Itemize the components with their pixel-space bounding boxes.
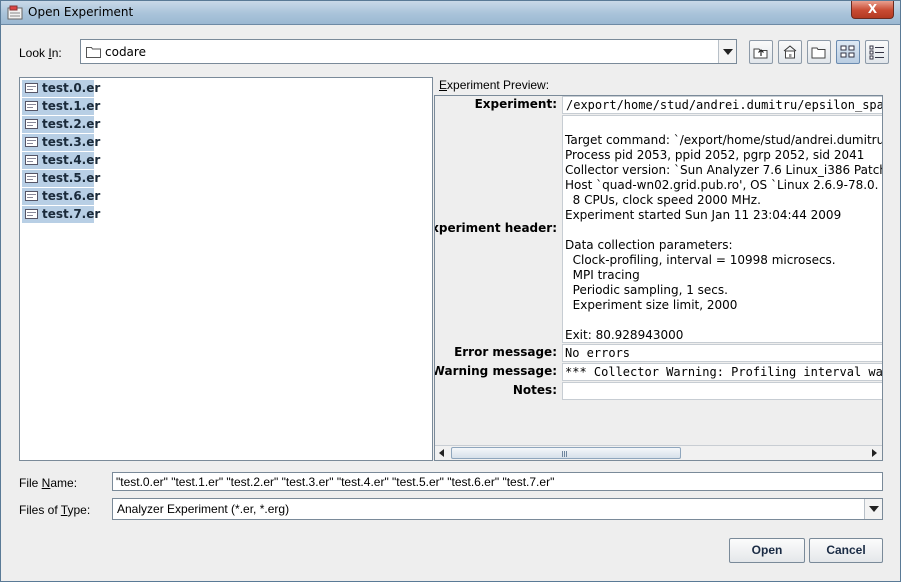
files-of-type-label: Files of Type: <box>19 503 91 517</box>
experiment-file-icon <box>25 83 38 93</box>
header-line: Periodic sampling, 1 secs. <box>565 283 728 297</box>
window-title: Open Experiment <box>28 5 134 19</box>
dialog-body: Look In: codare test.0.er test.1.er test… <box>5 25 896 579</box>
notes-field[interactable] <box>562 382 882 400</box>
file-name: test.4.er <box>42 153 101 167</box>
error-message-label: Error message: <box>454 345 557 359</box>
experiment-file-icon <box>25 155 38 165</box>
preview-title: Experiment Preview: <box>439 78 550 92</box>
file-name: test.1.er <box>42 99 101 113</box>
experiment-header-text[interactable]: Target command: `/export/home/stud/andre… <box>562 115 883 343</box>
file-item[interactable]: test.3.er <box>22 134 100 151</box>
file-name: test.0.er <box>42 81 101 95</box>
files-of-type-combo[interactable]: Analyzer Experiment (*.er, *.erg) <box>112 498 883 520</box>
file-item[interactable]: test.7.er <box>22 206 100 223</box>
experiment-label: Experiment: <box>474 97 557 111</box>
header-line: Exit: 80.928943000 <box>565 328 684 342</box>
file-item[interactable]: test.2.er <box>22 116 100 133</box>
file-name: test.3.er <box>42 135 101 149</box>
warning-message-label: Warning message: <box>434 364 557 378</box>
list-view-icon <box>840 45 855 58</box>
scrollbar-thumb[interactable] <box>451 447 681 459</box>
chevron-down-icon[interactable] <box>718 40 736 63</box>
cancel-button[interactable]: Cancel <box>809 538 883 563</box>
file-item[interactable]: test.1.er <box>22 98 100 115</box>
experiment-file-icon <box>25 209 38 219</box>
new-folder-button[interactable] <box>807 40 831 64</box>
file-name: test.6.er <box>42 189 101 203</box>
folder-icon <box>86 47 101 58</box>
header-line: MPI tracing <box>565 268 640 282</box>
new-folder-icon <box>811 47 826 59</box>
experiment-file-icon <box>25 173 38 183</box>
experiment-file-icon <box>25 101 38 111</box>
scroll-right-icon[interactable] <box>867 446 882 460</box>
file-item[interactable]: test.6.er <box>22 188 100 205</box>
header-line <box>565 313 882 328</box>
open-button[interactable]: Open <box>729 538 805 563</box>
home-icon <box>783 45 797 59</box>
header-line: Process pid 2053, ppid 2052, pgrp 2052, … <box>565 148 865 162</box>
preview-panel[interactable]: Experiment: /export/home/stud/andrei.dum… <box>434 95 883 461</box>
look-in-label: Look In: <box>19 46 62 60</box>
header-line <box>565 223 882 238</box>
warning-message-field[interactable]: *** Collector Warning: Profiling interva… <box>562 363 882 381</box>
grip-icon <box>562 451 568 457</box>
files-of-type-value: Analyzer Experiment (*.er, *.erg) <box>117 502 290 516</box>
close-button[interactable]: X <box>851 1 894 19</box>
title-bar[interactable]: Open Experiment X <box>1 1 900 25</box>
header-line: Experiment size limit, 2000 <box>565 298 738 312</box>
details-view-icon <box>869 45 884 60</box>
app-icon <box>7 5 23 20</box>
header-line: Host `quad-wn02.grid.pub.ro', OS `Linux … <box>565 178 879 192</box>
up-one-level-icon <box>753 48 768 59</box>
look-in-value: codare <box>105 45 146 59</box>
notes-label: Notes: <box>512 383 557 397</box>
up-one-level-button[interactable] <box>749 40 773 64</box>
file-name-input[interactable]: "test.0.er" "test.1.er" "test.2.er" "tes… <box>112 472 883 491</box>
experiment-path-field[interactable]: /export/home/stud/andrei.dumitru/epsilon… <box>562 96 882 114</box>
header-line: Data collection parameters: <box>565 238 733 252</box>
experiment-file-icon <box>25 191 38 201</box>
horizontal-scrollbar[interactable] <box>435 445 882 460</box>
error-message-field[interactable]: No errors <box>562 344 882 362</box>
open-experiment-dialog: Open Experiment X Look In: codare test.0… <box>0 0 901 582</box>
home-button[interactable] <box>778 40 802 64</box>
file-name-label: File Name: <box>19 476 78 490</box>
list-view-button[interactable] <box>836 40 860 64</box>
file-item[interactable]: test.0.er <box>22 80 100 97</box>
header-line: Collector version: `Sun Analyzer 7.6 Lin… <box>565 163 883 177</box>
experiment-file-icon <box>25 137 38 147</box>
file-item[interactable]: test.4.er <box>22 152 100 169</box>
scroll-left-icon[interactable] <box>435 446 450 460</box>
file-item[interactable]: test.5.er <box>22 170 100 187</box>
file-list[interactable]: test.0.er test.1.er test.2.er test.3.er … <box>19 77 433 461</box>
header-line: Experiment started Sun Jan 11 23:04:44 2… <box>565 208 842 222</box>
file-name: test.2.er <box>42 117 101 131</box>
chevron-down-icon[interactable] <box>864 499 882 519</box>
header-line <box>565 118 882 133</box>
experiment-file-icon <box>25 119 38 129</box>
look-in-combo[interactable]: codare <box>80 39 737 64</box>
header-line: Target command: `/export/home/stud/andre… <box>565 133 883 147</box>
file-name: test.7.er <box>42 207 101 221</box>
header-line: Clock-profiling, interval = 10998 micros… <box>565 253 836 267</box>
experiment-header-label: Experiment header: <box>434 221 557 235</box>
file-name: test.5.er <box>42 171 101 185</box>
details-view-button[interactable] <box>865 40 889 64</box>
header-line: 8 CPUs, clock speed 2000 MHz. <box>565 193 761 207</box>
